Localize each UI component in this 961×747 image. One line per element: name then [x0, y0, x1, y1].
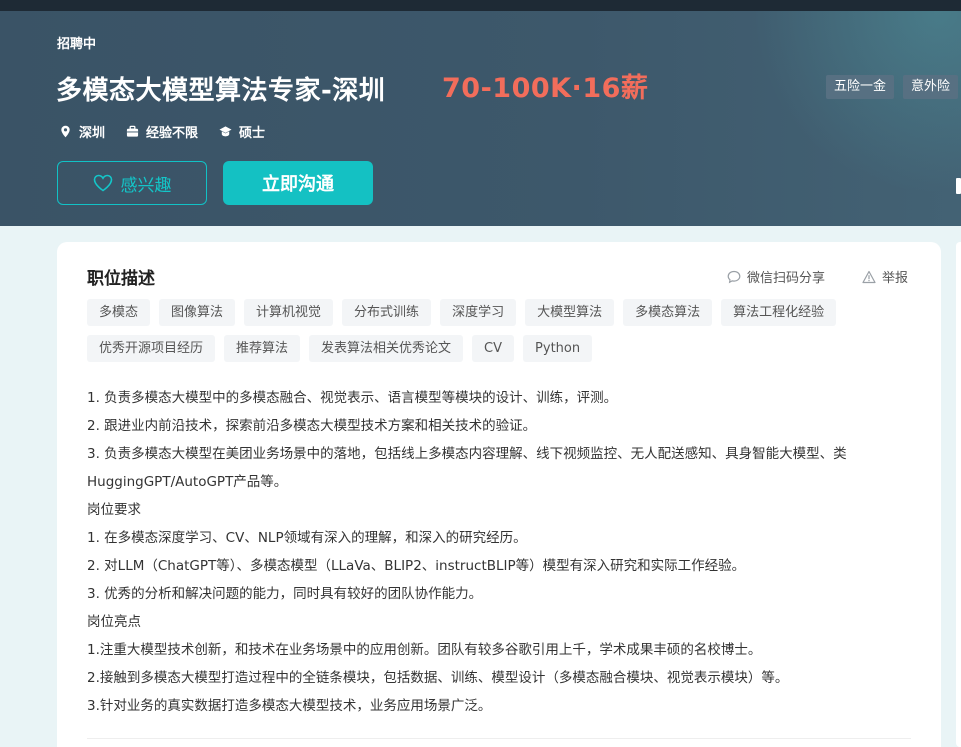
skill-tag: 大模型算法	[525, 299, 615, 326]
description-heading: 岗位亮点	[87, 614, 141, 630]
meta-experience-label: 经验不限	[146, 126, 199, 141]
description-line: 2.接触到多模态大模型打造过程中的全链条模块，包括数据、训练、模型设计（多模态融…	[87, 670, 789, 686]
meta-city: 深圳	[59, 122, 105, 141]
meta-experience: 经验不限	[126, 122, 198, 141]
warning-icon	[862, 270, 876, 283]
briefcase-icon	[126, 125, 139, 137]
description-line: 3. 负责多模态大模型在美团业务场景中的落地，包括线上多模态内容理解、线下视频监…	[87, 446, 847, 490]
description-line: 1.注重大模型技术创新，和技术在业务场景中的应用创新。团队有较多谷歌引用上千，学…	[87, 642, 762, 658]
skill-tag: 算法工程化经验	[721, 299, 837, 326]
header-glow	[721, 11, 961, 226]
meta-city-label: 深圳	[79, 126, 106, 141]
skill-tag: 优秀开源项目经历	[87, 335, 216, 362]
skill-tag: 分布式训练	[342, 299, 432, 326]
skill-tag: 深度学习	[440, 299, 517, 326]
skill-tag: CV	[472, 335, 515, 362]
location-pin-icon	[61, 125, 70, 138]
section-title: 职位描述	[87, 269, 155, 289]
divider	[87, 738, 911, 739]
description-line: 2. 对LLM（ChatGPT等）、多模态模型（LLaVa、BLIP2、inst…	[87, 558, 746, 574]
skill-tag: 多模态算法	[623, 299, 713, 326]
skill-tag: 计算机视觉	[244, 299, 334, 326]
skill-tag: 推荐算法	[224, 335, 301, 362]
benefit-list: 五险一金 意外险	[826, 75, 961, 99]
skill-tag: Python	[523, 335, 593, 362]
interest-button-label: 感兴趣	[120, 175, 172, 196]
chat-now-button-label: 立即沟通	[262, 174, 334, 195]
side-marker	[956, 178, 961, 194]
description-line: 1. 在多模态深度学习、CV、NLP领域有深入的理解，和深入的研究经历。	[87, 530, 527, 546]
heart-icon	[93, 174, 112, 192]
side-panel-edge	[956, 242, 961, 747]
chat-bubble-icon	[727, 270, 741, 283]
description-line: 3. 优秀的分析和解决问题的能力，同时具有较好的团队协作能力。	[87, 586, 483, 602]
graduation-cap-icon	[219, 126, 232, 137]
skill-tag-list: 多模态 图像算法 计算机视觉 分布式训练 深度学习 大模型算法 多模态算法 算法…	[87, 299, 917, 371]
report-label: 举报	[882, 271, 909, 286]
description-heading: 岗位要求	[87, 502, 141, 518]
benefit-tag: 五险一金	[826, 75, 895, 99]
job-description-text: 1. 负责多模态大模型中的多模态融合、视觉表示、语言模型等模块的设计、训练，评测…	[87, 384, 917, 720]
skill-tag: 多模态	[87, 299, 151, 326]
job-description-card: 职位描述 微信扫码分享 举报 多模态 图像算法 计算机视觉 分布式训练 深度学习…	[57, 242, 941, 747]
description-line: 1. 负责多模态大模型中的多模态融合、视觉表示、语言模型等模块的设计、训练，评测…	[87, 390, 618, 406]
chat-now-button[interactable]: 立即沟通	[223, 161, 373, 205]
meta-degree: 硕士	[219, 122, 265, 141]
job-salary: 70-100K·16薪	[442, 73, 649, 104]
wechat-share-label: 微信扫码分享	[747, 271, 826, 286]
report-button[interactable]: 举报	[862, 267, 908, 286]
wechat-share-button[interactable]: 微信扫码分享	[727, 267, 825, 286]
job-meta: 深圳 经验不限 硕士	[59, 122, 286, 141]
top-bar	[0, 0, 961, 11]
skill-tag: 图像算法	[159, 299, 236, 326]
interest-button[interactable]: 感兴趣	[57, 161, 207, 205]
description-line: 3.针对业务的真实数据打造多模态大模型技术，业务应用场景广泛。	[87, 698, 492, 714]
description-line: 2. 跟进业内前沿技术，探索前沿多模态大模型技术方案和相关技术的验证。	[87, 418, 537, 434]
benefit-tag: 意外险	[903, 75, 959, 99]
job-status: 招聘中	[57, 37, 97, 52]
skill-tag: 发表算法相关优秀论文	[309, 335, 464, 362]
job-title: 多模态大模型算法专家-深圳	[56, 76, 386, 106]
meta-degree-label: 硕士	[239, 126, 266, 141]
